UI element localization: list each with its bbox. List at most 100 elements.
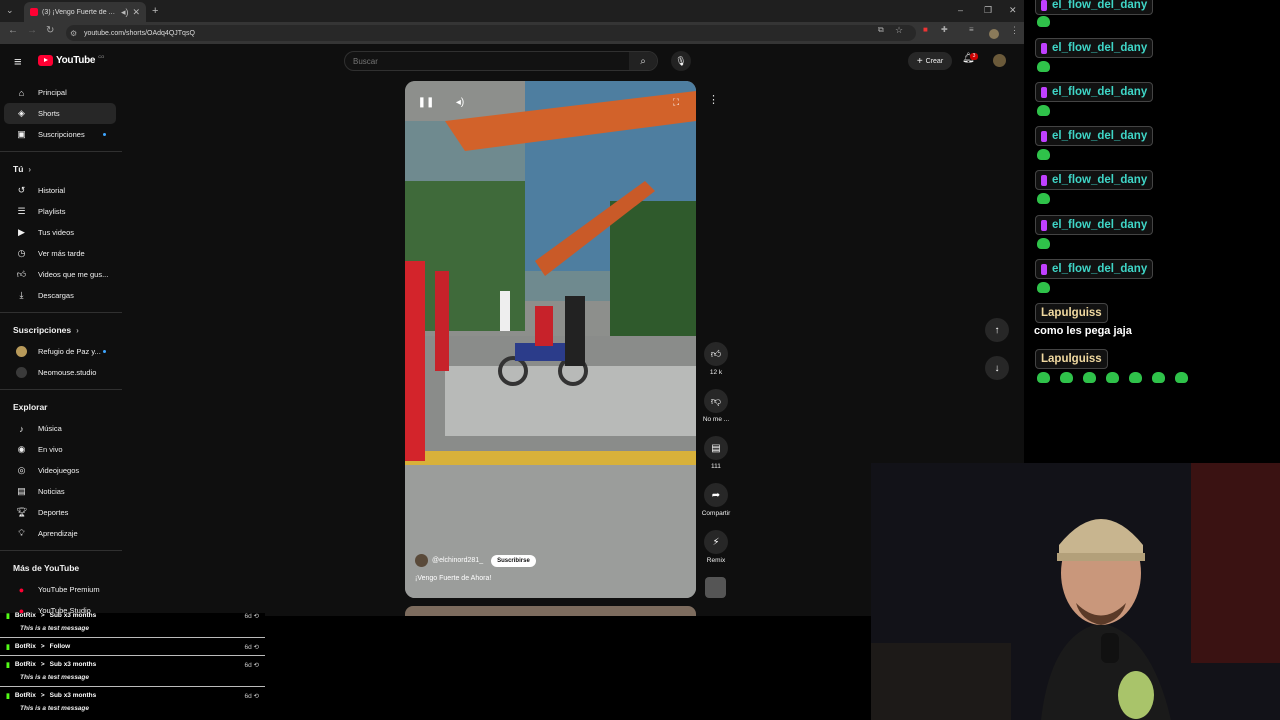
site-info-icon[interactable]: ⚙ <box>70 29 77 38</box>
chat-username-text: el_flow_del_dany <box>1052 263 1148 275</box>
alert-user: BotRix <box>14 692 36 699</box>
replay-icon[interactable]: ⟲ <box>254 662 259 669</box>
media-controls-icon[interactable]: ≡ <box>969 25 974 34</box>
sound-thumbnail[interactable] <box>705 577 726 598</box>
account-avatar[interactable] <box>993 54 1006 67</box>
sidebar-channel-neomouse[interactable]: Neomouse.studio <box>4 362 116 383</box>
address-bar[interactable]: ⚙ youtube.com/shorts/OAdq4QJTqsQ <box>66 25 916 41</box>
voice-search-button[interactable]: 🎙︎ <box>671 51 691 71</box>
profile-avatar[interactable] <box>989 29 999 39</box>
channel-avatar[interactable] <box>415 554 428 567</box>
replay-icon[interactable]: ⟲ <box>254 613 259 620</box>
sidebar-item-principal[interactable]: ⌂ Principal <box>4 82 116 103</box>
sidebar-item-label: Videos que me gus... <box>38 270 109 279</box>
chat-badge-icon <box>1041 130 1047 142</box>
dislike-button[interactable]: 👎︎ <box>704 389 728 413</box>
hamburger-menu-icon[interactable]: ≡ <box>14 54 22 69</box>
extensions-puzzle-icon[interactable]: ✚ <box>941 25 948 34</box>
remix-button[interactable]: ⚡︎ <box>704 530 728 554</box>
alert-item: ▮ BotRix > Follow 6d ⟲ <box>0 640 265 656</box>
sidebar-item-noticias[interactable]: ▤ Noticias <box>4 481 116 502</box>
sidebar-item-videojuegos[interactable]: ◎ Videojuegos <box>4 460 116 481</box>
sidebar-item-label: Videojuegos <box>38 466 80 475</box>
previous-short-button[interactable]: ↑ <box>985 318 1009 342</box>
sidebar-item-ver-mas-tarde[interactable]: ◷ Ver más tarde <box>4 243 116 264</box>
create-button[interactable]: + Crear <box>908 52 952 70</box>
search-button[interactable]: ⌕ <box>629 52 657 70</box>
new-tab-button[interactable]: + <box>152 5 158 17</box>
extension-icon[interactable]: ■ <box>923 25 928 34</box>
volume-icon[interactable]: ◂) <box>451 93 469 111</box>
tab-audio-icon[interactable]: ◂) <box>121 7 129 18</box>
comment-count: 111 <box>711 463 721 470</box>
sidebar-item-liked-videos[interactable]: 👍︎ Videos que me gus... <box>4 264 116 285</box>
sidebar-item-label: Refugio de Paz y... <box>38 347 101 356</box>
sidebar-item-shorts[interactable]: ◈ Shorts <box>4 103 116 124</box>
sidebar-item-en-vivo[interactable]: ◉ En vivo <box>4 439 116 460</box>
subscribe-button[interactable]: Suscribirse <box>491 554 536 567</box>
alert-event: Sub x3 months <box>49 612 97 619</box>
back-icon[interactable]: ← <box>8 25 18 36</box>
chat-message-text: como les pega jaja <box>1034 325 1132 337</box>
like-count: 12 k <box>709 369 723 376</box>
sidebar-item-label: YouTube Premium <box>38 585 100 594</box>
sidebar-item-tus-videos[interactable]: ▶ Tus videos <box>4 222 116 243</box>
notification-count-badge: 3 <box>970 53 978 60</box>
fullscreen-icon[interactable]: ⛶ <box>667 93 685 111</box>
more-heading-label: Más de YouTube <box>13 563 80 573</box>
divider <box>0 389 122 390</box>
minimize-icon[interactable]: – <box>958 5 963 15</box>
sidebar-item-playlists[interactable]: ☰ Playlists <box>4 201 116 222</box>
sidebar-item-youtube-premium[interactable]: ● YouTube Premium <box>4 579 116 600</box>
channel-handle[interactable]: @elchinord281_ <box>432 557 483 564</box>
like-action: 👍︎ 12 k <box>702 342 730 376</box>
more-options-icon[interactable]: ⋮ <box>708 93 719 106</box>
sidebar-item-musica[interactable]: ♪ Música <box>4 418 116 439</box>
next-short-preview[interactable] <box>405 606 696 616</box>
video-frame <box>405 81 696 598</box>
alert-message: This is a test message <box>20 625 90 632</box>
tab-search-icon[interactable]: ⌄ <box>6 5 14 16</box>
webcam-feed <box>871 463 1280 720</box>
sidebar-item-suscripciones[interactable]: ▣ Suscripciones <box>4 124 116 145</box>
you-section-heading[interactable]: Tú › <box>0 158 122 180</box>
replay-icon[interactable]: ⟲ <box>254 644 259 651</box>
dislike-label: No me ... <box>702 416 730 423</box>
browser-menu-icon[interactable]: ⋮ <box>1010 25 1019 36</box>
downloads-icon: ⤓ <box>19 290 24 300</box>
learning-icon: 💡︎ <box>18 528 25 538</box>
like-button[interactable]: 👍︎ <box>704 342 728 366</box>
restore-icon[interactable]: ❐ <box>984 5 992 16</box>
sidebar-item-descargas[interactable]: ⤓ Descargas <box>4 285 116 306</box>
share-button[interactable]: ➦ <box>704 483 728 507</box>
replay-icon[interactable]: ⟲ <box>254 693 259 700</box>
tab-close-icon[interactable]: ✕ <box>132 7 140 18</box>
comments-button[interactable]: ▤ <box>704 436 728 460</box>
window-close-icon[interactable]: ✕ <box>1009 5 1017 16</box>
pause-icon[interactable]: ❚❚ <box>417 93 435 111</box>
sidebar-item-historial[interactable]: ↺ Historial <box>4 180 116 201</box>
chat-username-text: el_flow_del_dany <box>1052 174 1148 186</box>
divider <box>0 637 265 638</box>
sidebar-item-aprendizaje[interactable]: 💡︎ Aprendizaje <box>4 523 116 544</box>
search-input[interactable] <box>345 56 629 66</box>
shorts-video-player[interactable]: ❚❚ ◂) ⛶ @elchinord281_ Suscribirse ¡Veng… <box>405 81 696 598</box>
chat-emote-icon <box>1083 372 1096 383</box>
alert-event: Sub x3 months <box>49 692 97 699</box>
kick-logo-icon: ▮ <box>6 661 10 669</box>
chat-username: Lapulguiss <box>1035 349 1108 369</box>
short-title[interactable]: ¡Vengo Fuerte de Ahora! <box>415 575 491 582</box>
kick-logo-icon: ▮ <box>6 643 10 651</box>
youtube-logo[interactable]: YouTube CO <box>38 54 104 66</box>
subscriptions-heading-label: Suscripciones <box>13 325 72 335</box>
sidebar-channel-refugio[interactable]: Refugio de Paz y... <box>4 341 116 362</box>
reload-icon[interactable]: ↻ <box>46 25 54 36</box>
next-short-button[interactable]: ↓ <box>985 356 1009 380</box>
bookmark-star-icon[interactable]: ☆ <box>895 25 903 36</box>
browser-tab[interactable]: (3) ¡Vengo Fuerte de Ahora! ◂) ✕ <box>24 2 146 22</box>
cast-icon[interactable]: ⧉ <box>878 25 884 35</box>
subscriptions-section-heading[interactable]: Suscripciones › <box>0 319 122 341</box>
chat-badge-icon <box>1041 42 1047 54</box>
forward-icon[interactable]: → <box>27 25 37 36</box>
sidebar-item-deportes[interactable]: 🏆︎ Deportes <box>4 502 116 523</box>
